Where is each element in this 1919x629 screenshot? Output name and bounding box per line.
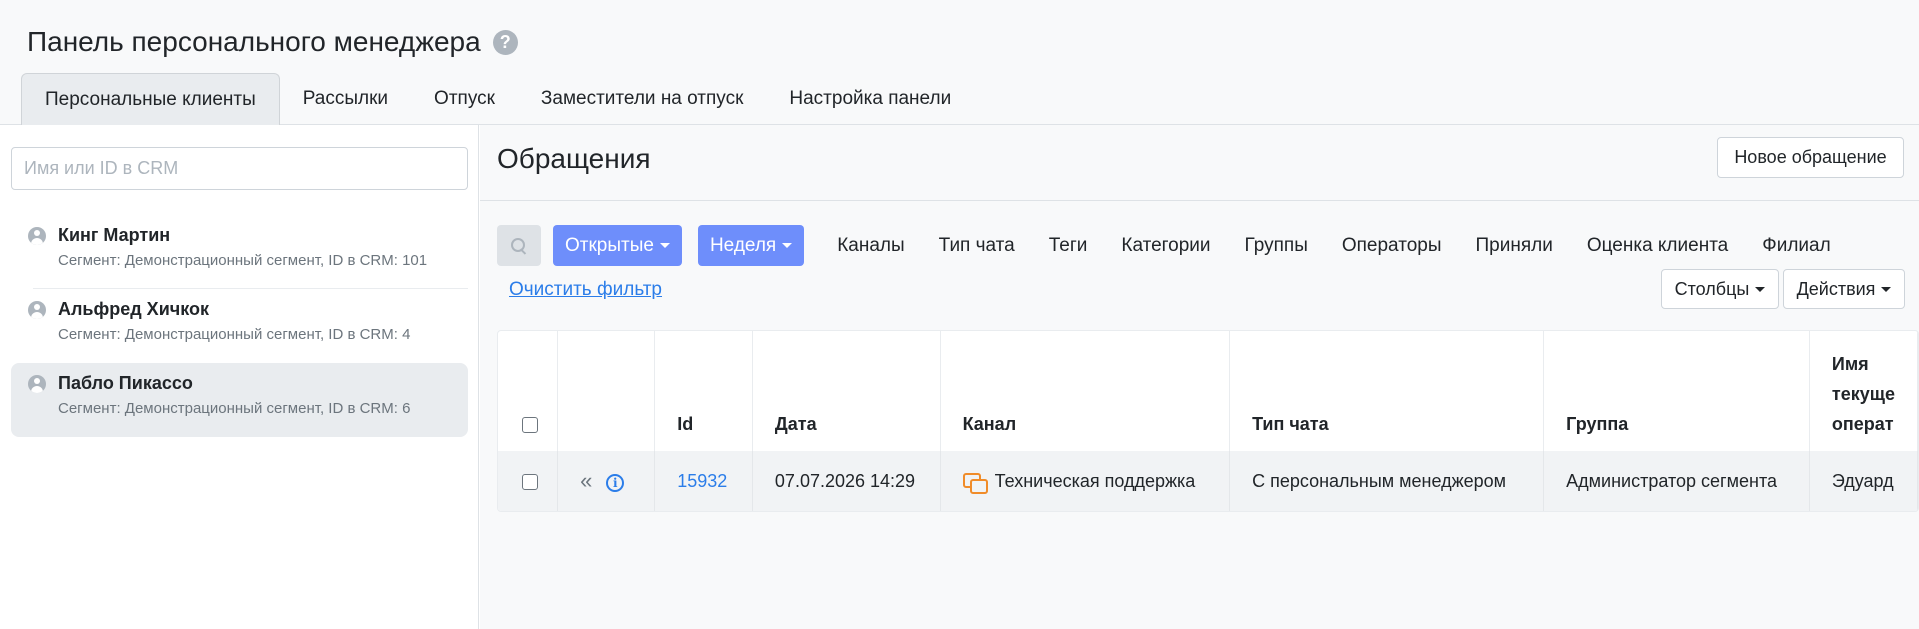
requests-title: Обращения — [497, 143, 651, 174]
row-channel-text: Техническая поддержка — [994, 470, 1196, 491]
client-item-selected[interactable]: Пабло Пикассо Сегмент: Демонстрационный … — [11, 363, 468, 437]
header-operator-line: текуще — [1831, 384, 1895, 404]
header-operator[interactable]: Имя текуще операт — [1809, 331, 1918, 451]
horizontal-scrollbar[interactable] — [498, 511, 1919, 512]
caret-down-icon — [782, 243, 793, 248]
search-icon — [511, 237, 527, 254]
client-meta: Сегмент: Демонстрационный сегмент, ID в … — [58, 252, 428, 269]
row-date-cell: 07.07.2026 14:29 — [752, 451, 941, 511]
requests-table-card: Id Дата Канал Тип чата Группа Имя текуще… — [497, 330, 1919, 512]
client-list: Кинг Мартин Сегмент: Демонстрационный се… — [11, 215, 468, 437]
status-filter-dropdown[interactable]: Открытые — [553, 225, 682, 266]
client-name: Пабло Пикассо — [58, 373, 193, 393]
filter-branch[interactable]: Филиал — [1745, 235, 1847, 257]
filter-bar: Открытые Неделя Каналы Тип чата Теги Кат… — [497, 225, 1848, 266]
header-channel[interactable]: Канал — [940, 331, 1231, 451]
tab-bar: Персональные клиенты Рассылки Отпуск Зам… — [21, 73, 974, 125]
client-name: Кинг Мартин — [58, 225, 171, 245]
page-title: Панель персонального менеджера ? — [27, 26, 518, 58]
header-chat-type[interactable]: Тип чата — [1229, 331, 1545, 451]
client-meta: Сегмент: Демонстрационный сегмент, ID в … — [58, 400, 411, 417]
table-header-row: Id Дата Канал Тип чата Группа Имя текуще… — [498, 331, 1918, 451]
columns-dropdown[interactable]: Столбцы — [1661, 269, 1779, 309]
filter-tags[interactable]: Теги — [1032, 235, 1105, 257]
row-operator-cell: Эдуард — [1809, 451, 1918, 511]
tab-panel-settings[interactable]: Настройка панели — [766, 73, 974, 125]
caret-down-icon — [659, 243, 670, 248]
clear-filter-link[interactable]: Очистить фильтр — [509, 279, 662, 301]
request-id-link[interactable]: 15932 — [677, 471, 727, 491]
filter-groups[interactable]: Группы — [1228, 235, 1325, 257]
info-icon[interactable]: i — [606, 474, 625, 493]
caret-down-icon — [1881, 286, 1892, 292]
header-date[interactable]: Дата — [752, 331, 941, 451]
client-name: Альфред Хичкок — [58, 299, 209, 319]
main-panel: Обращения Новое обращение Открытые Недел… — [480, 125, 1919, 629]
header-operator-line: Имя — [1831, 354, 1869, 374]
header-actions — [557, 331, 656, 451]
filter-categories[interactable]: Категории — [1104, 235, 1227, 257]
filter-operators[interactable]: Операторы — [1325, 235, 1459, 257]
actions-label: Действия — [1796, 278, 1876, 299]
new-request-button[interactable]: Новое обращение — [1717, 137, 1904, 178]
page-title-text: Панель персонального менеджера — [27, 26, 481, 57]
page-header: Панель персонального менеджера ? Персона… — [0, 0, 1919, 125]
select-all-checkbox[interactable] — [522, 417, 538, 434]
row-channel-cell: Техническая поддержка — [940, 451, 1231, 511]
caret-down-icon — [1755, 286, 1766, 292]
tab-mailings[interactable]: Рассылки — [280, 73, 411, 125]
status-filter-label: Открытые — [565, 234, 654, 256]
period-filter-label: Неделя — [709, 234, 777, 256]
period-filter-dropdown[interactable]: Неделя — [697, 225, 805, 266]
tab-vacation[interactable]: Отпуск — [411, 73, 518, 125]
chat-icon — [962, 472, 988, 494]
row-checkbox[interactable] — [522, 473, 538, 490]
filter-chat-type[interactable]: Тип чата — [922, 235, 1032, 257]
columns-label: Столбцы — [1674, 278, 1750, 299]
main-header: Обращения Новое обращение — [480, 125, 1919, 201]
filter-channels[interactable]: Каналы — [820, 235, 921, 257]
tab-personal-clients[interactable]: Персональные клиенты — [21, 73, 280, 125]
table-row[interactable]: «i 15932 07.07.2026 14:29 Техническая по… — [498, 451, 1918, 511]
header-operator-line: операт — [1831, 414, 1894, 434]
client-item[interactable]: Кинг Мартин Сегмент: Демонстрационный се… — [11, 215, 468, 289]
sidebar: Кинг Мартин Сегмент: Демонстрационный се… — [0, 125, 479, 629]
row-id-cell: 15932 — [654, 451, 753, 511]
row-select-cell — [498, 451, 559, 511]
header-id[interactable]: Id — [654, 331, 753, 451]
row-actions-cell: «i — [557, 451, 656, 511]
chevron-double-left-icon[interactable]: « — [580, 468, 592, 493]
requests-table: Id Дата Канал Тип чата Группа Имя текуще… — [498, 331, 1918, 511]
header-select-all — [498, 331, 559, 451]
question-circle-icon[interactable]: ? — [492, 29, 518, 55]
header-group[interactable]: Группа — [1543, 331, 1810, 451]
client-item[interactable]: Альфред Хичкок Сегмент: Демонстрационный… — [11, 289, 468, 363]
filter-client-rating[interactable]: Оценка клиента — [1570, 235, 1745, 257]
actions-dropdown[interactable]: Действия — [1783, 269, 1905, 309]
user-icon — [28, 301, 46, 319]
filter-accepted[interactable]: Приняли — [1459, 235, 1570, 257]
user-icon — [28, 375, 46, 393]
filter-search-button[interactable] — [497, 225, 541, 266]
row-group-cell: Администратор сегмента — [1543, 451, 1810, 511]
row-chat-type-cell: С персональным менеджером — [1229, 451, 1545, 511]
user-icon — [28, 227, 46, 245]
client-meta: Сегмент: Демонстрационный сегмент, ID в … — [58, 326, 411, 343]
tab-vacation-substitutes[interactable]: Заместители на отпуск — [518, 73, 766, 125]
client-search-input[interactable] — [11, 147, 468, 190]
